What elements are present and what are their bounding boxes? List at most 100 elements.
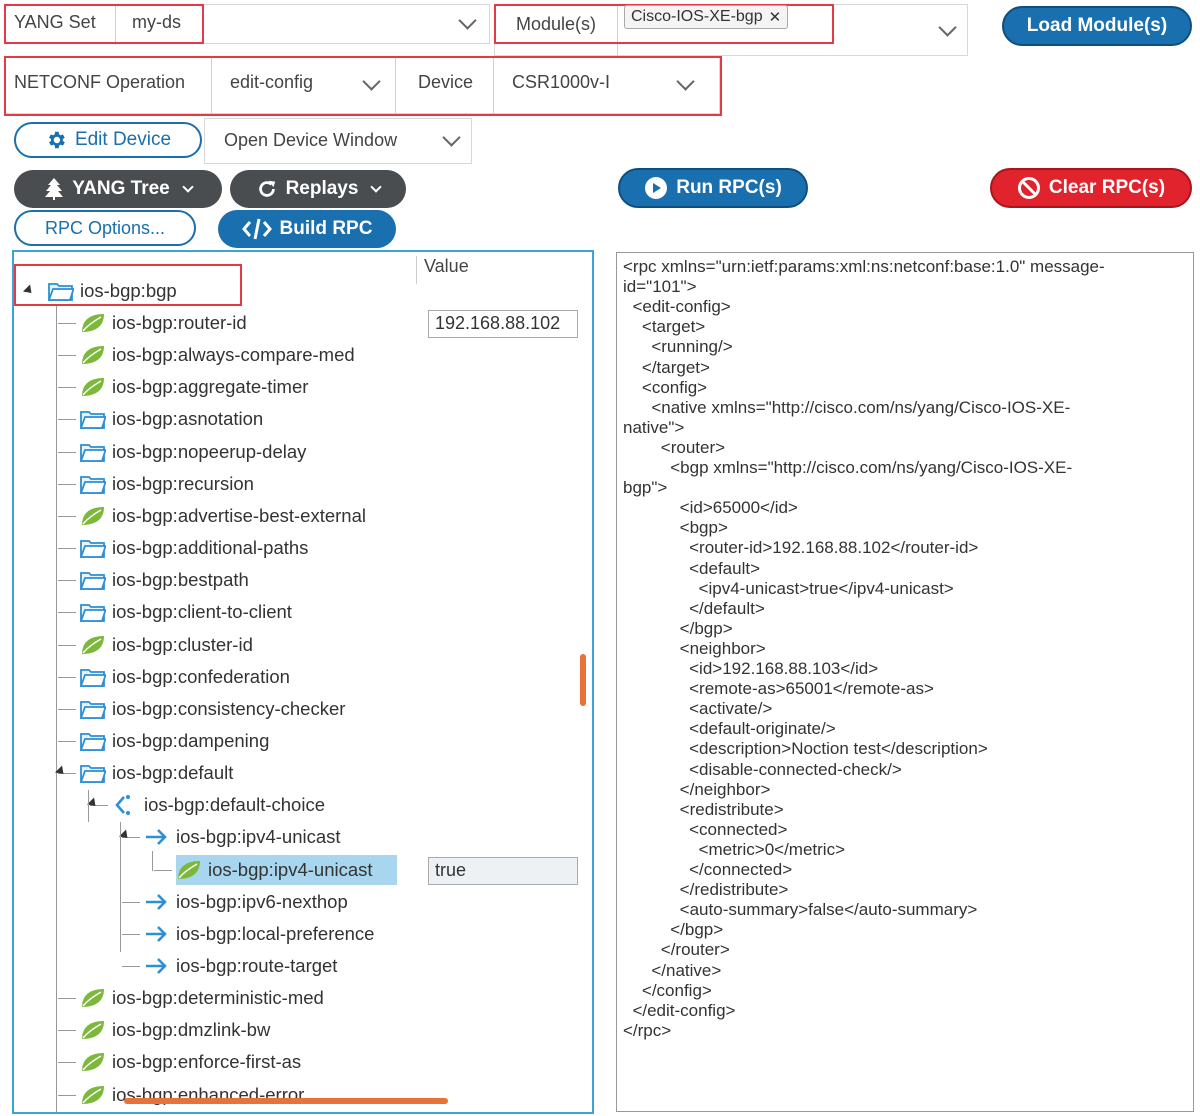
- arrow-icon: [146, 893, 167, 910]
- xml-line: </native>: [623, 960, 722, 980]
- tree-node[interactable]: ios-bgp:router-id: [80, 308, 247, 338]
- tree-node-label: ios-bgp:asnotation: [112, 408, 264, 430]
- play-icon: [645, 177, 668, 199]
- folder-icon: [80, 733, 106, 751]
- load-modules-button[interactable]: Load Module(s): [1002, 6, 1192, 46]
- tree-connector: [122, 966, 140, 967]
- netconf-operation-label: NETCONF Operation: [14, 72, 186, 92]
- tree-node[interactable]: ios-bgp:aggregate-timer: [80, 372, 308, 402]
- xml-line: <description>Noction test</description>: [623, 739, 988, 759]
- xml-line: bgp">: [623, 478, 668, 498]
- xml-line: <bgp xmlns="http://cisco.com/ns/yang/Cis…: [623, 458, 1073, 477]
- tree-node[interactable]: ios-bgp:enhanced-error: [80, 1080, 304, 1110]
- tree-connector: [58, 612, 76, 614]
- yang-tree-button[interactable]: YANG Tree: [14, 170, 222, 208]
- ipv4-unicast-value-select[interactable]: true: [428, 856, 578, 885]
- ban-icon: [1017, 177, 1040, 199]
- tree-node-label: ios-bgp:dampening: [112, 729, 270, 751]
- rpc-options-button[interactable]: RPC Options...: [14, 210, 196, 246]
- tree-connector: [154, 869, 172, 871]
- xml-line: <target>: [623, 317, 706, 337]
- tree-node-label: ios-bgp:bestpath: [112, 569, 249, 591]
- tree-connector: [122, 933, 140, 935]
- tree-node[interactable]: ios-bgp:enforce-first-as: [80, 1047, 301, 1077]
- tree-node[interactable]: ios-bgp:nopeerup-delay: [80, 437, 306, 467]
- xml-line: <neighbor>: [623, 638, 766, 658]
- tree-node[interactable]: ios-bgp:cluster-id: [80, 630, 253, 660]
- tree-node-label: ios-bgp:cluster-id: [112, 633, 253, 655]
- tree-node-label: ios-bgp:aggregate-timer: [112, 376, 309, 398]
- tree-node[interactable]: ios-bgp:recursion: [80, 469, 254, 499]
- vertical-scrollbar[interactable]: [580, 654, 586, 706]
- xml-line: <running/>: [623, 337, 733, 357]
- tree-node-label: ios-bgp:deterministic-med: [112, 987, 324, 1009]
- tree-connector: [58, 387, 76, 389]
- folder-icon: [80, 765, 106, 783]
- tree-node[interactable]: ios-bgp:route-target: [144, 951, 337, 981]
- tree-node[interactable]: ios-bgp:ipv6-nexthop: [144, 887, 348, 917]
- tree-node[interactable]: ios-bgp:default: [80, 758, 233, 788]
- tree-node[interactable]: ios-bgp:consistency-checker: [80, 694, 345, 724]
- leaf-icon: [82, 506, 104, 525]
- tree-node[interactable]: ios-bgp:confederation: [80, 662, 290, 692]
- module-tag[interactable]: Cisco-IOS-XE-bgp ✕: [624, 5, 789, 29]
- load-modules-label: Load Module(s): [1026, 15, 1168, 36]
- yang-tree-panel[interactable]: Value ios-bgp:bgp ios-bgp:router-id ios-bg…: [12, 250, 594, 1114]
- xml-line: <connected>: [623, 819, 788, 839]
- tree-node[interactable]: ios-bgp:local-preference: [144, 919, 374, 949]
- xml-line: native">: [623, 417, 685, 437]
- leaf-icon: [178, 860, 200, 879]
- xml-line: </connected>: [623, 860, 793, 879]
- build-rpc-button[interactable]: Build RPC: [218, 210, 396, 248]
- tree-node[interactable]: ios-bgp:dampening: [80, 726, 269, 756]
- run-rpc-button[interactable]: Run RPC(s): [618, 168, 808, 208]
- tree-node-label: ios-bgp:advertise-best-external: [112, 504, 366, 526]
- edit-device-button[interactable]: Edit Device: [14, 122, 202, 158]
- tree-node[interactable]: ios-bgp:additional-paths: [80, 533, 308, 563]
- tree-node[interactable]: ios-bgp:always-compare-med: [80, 340, 355, 370]
- tree-connector: [122, 901, 140, 903]
- tree-connector: [58, 740, 76, 742]
- xml-line: <ipv4-unicast>true</ipv4-unicast>: [623, 578, 954, 598]
- tree-node[interactable]: ios-bgp:default-choice: [112, 790, 325, 820]
- leaf-icon: [82, 378, 104, 397]
- horizontal-scrollbar[interactable]: [124, 1098, 448, 1104]
- folder-icon: [80, 700, 106, 719]
- xml-line: <metric>0</metric>: [623, 839, 846, 859]
- tree-node[interactable]: ios-bgp:deterministic-med: [80, 983, 324, 1013]
- module-tag-label: Cisco-IOS-XE-bgp: [631, 8, 763, 25]
- tree-node[interactable]: ios-bgp:ipv4-unicast: [144, 822, 341, 852]
- tree-node-label: ios-bgp:dmzlink-bw: [112, 1019, 271, 1041]
- rpc-xml-editor[interactable]: <rpc xmlns="urn:ietf:params:xml:ns:netco…: [616, 252, 1194, 1112]
- tree-node[interactable]: ios-bgp:bestpath: [80, 565, 249, 595]
- leaf-icon: [82, 346, 104, 365]
- tree-connector: [58, 323, 76, 324]
- tree-guide-line: [56, 306, 57, 1112]
- tree-node[interactable]: ios-bgp:dmzlink-bw: [80, 1015, 270, 1045]
- leaf-icon: [82, 314, 104, 332]
- folder-icon: [80, 475, 106, 494]
- xml-line: </rpc>: [623, 1020, 672, 1040]
- replays-button[interactable]: Replays: [230, 170, 406, 208]
- tree-node-selected[interactable]: ios-bgp:ipv4-unicast: [176, 854, 397, 885]
- tree-connector: [58, 580, 76, 582]
- xml-line: </config>: [623, 980, 712, 1000]
- clear-rpc-button[interactable]: Clear RPC(s): [990, 168, 1192, 208]
- tree-node[interactable]: ios-bgp:asnotation: [80, 404, 263, 434]
- tree-connector: [58, 1094, 76, 1096]
- value-column-header: Value: [424, 256, 469, 276]
- xml-line: </default>: [623, 598, 765, 618]
- close-icon[interactable]: ✕: [769, 8, 782, 26]
- arrow-icon: [146, 829, 167, 846]
- router-id-value-input[interactable]: 192.168.88.102: [428, 310, 578, 338]
- edit-device-label: Edit Device: [74, 129, 172, 150]
- xml-line: <default-originate/>: [623, 719, 836, 739]
- xml-line: <router-id>192.168.88.102</router-id>: [623, 538, 979, 558]
- tree-node[interactable]: ios-bgp:client-to-client: [80, 597, 292, 627]
- leaf-icon: [82, 1085, 104, 1104]
- yang-tree-label: YANG Tree: [72, 178, 170, 199]
- tree-node[interactable]: ios-bgp:advertise-best-external: [80, 501, 366, 531]
- code-icon: [241, 218, 272, 240]
- folder-icon: [80, 411, 106, 430]
- leaf-icon: [82, 1053, 104, 1072]
